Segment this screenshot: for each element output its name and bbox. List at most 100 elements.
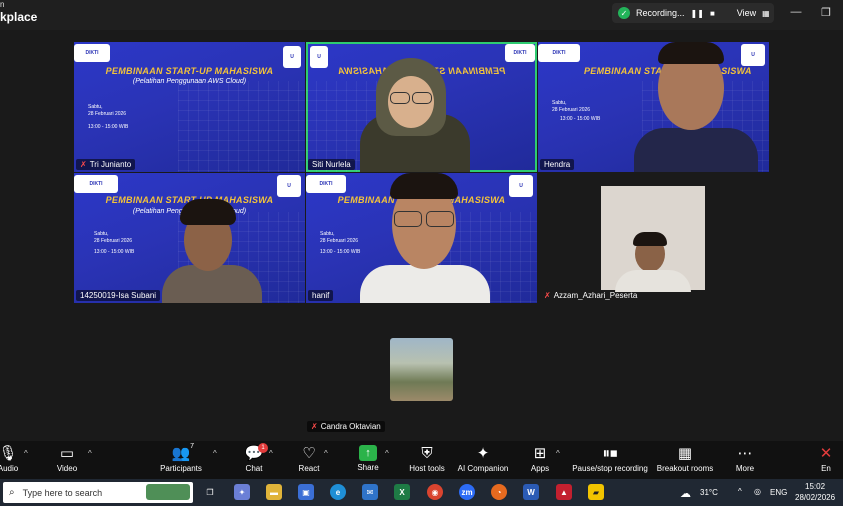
copilot-icon[interactable]: ✦ bbox=[234, 484, 250, 500]
shirt bbox=[615, 270, 691, 292]
meeting-toolbar: 🎙 Audio ^ ▭ Video ^ 👥 7 Participants ^ 💬… bbox=[0, 441, 843, 479]
university-logo: U bbox=[310, 46, 328, 68]
university-logo: U bbox=[509, 175, 533, 197]
network-icon[interactable]: ◎ bbox=[754, 487, 761, 496]
video-tile-isa-subani[interactable]: DIKTI U PEMBINAAN START-UP MAHASISWA (Pe… bbox=[74, 173, 305, 303]
weather-icon[interactable]: ☁ bbox=[680, 487, 691, 500]
glasses-right bbox=[426, 211, 454, 227]
clock-date[interactable]: 28/02/2026 bbox=[795, 493, 835, 502]
slide-time: 13:00 - 15:00 WIB bbox=[88, 124, 129, 130]
video-tile-azzam[interactable]: ✗ Azzam_Azhari_Peserta bbox=[538, 173, 769, 303]
firefox-icon[interactable]: ◔ bbox=[491, 484, 507, 500]
more-button[interactable]: ⋯ More bbox=[715, 445, 775, 473]
chat-button[interactable]: 💬 1 Chat bbox=[224, 443, 284, 473]
video-tile-hendra[interactable]: DIKTI U PEMBINAAN START-UP MAHASISWA Sab… bbox=[538, 42, 769, 172]
participant-name-tag: Siti Nurlela bbox=[308, 159, 355, 170]
hair bbox=[180, 199, 236, 225]
participant-name-tag: ✗ Azzam_Azhari_Peserta bbox=[540, 290, 641, 301]
participant-name-tag: ✗ Candra Oktavian bbox=[307, 421, 385, 432]
restore-icon[interactable]: ❐ bbox=[816, 6, 836, 19]
video-options-caret[interactable]: ^ bbox=[88, 449, 92, 458]
pause-recording-icon[interactable]: ❚❚ bbox=[691, 9, 704, 18]
edge-icon[interactable]: e bbox=[330, 484, 346, 500]
muted-mic-icon: ✗ bbox=[544, 291, 551, 300]
chat-unread-badge: 1 bbox=[258, 443, 268, 453]
tray-chevron-icon[interactable]: ^ bbox=[738, 487, 742, 496]
slide-day: Sabtu, bbox=[320, 231, 335, 237]
slide-background-pattern bbox=[177, 81, 305, 172]
react-options-caret[interactable]: ^ bbox=[324, 449, 328, 458]
participant-name-tag: hanif bbox=[308, 290, 334, 301]
sticky-notes-icon[interactable]: ▰ bbox=[588, 484, 604, 500]
glasses-left bbox=[394, 211, 422, 227]
view-label[interactable]: View bbox=[737, 8, 756, 18]
organizer-logo: DIKTI bbox=[538, 44, 580, 62]
clock-time[interactable]: 15:02 bbox=[805, 482, 825, 491]
video-tile-hanif[interactable]: DIKTI U PEMBINAAN START-UP MAHASISWA Sab… bbox=[306, 173, 537, 303]
chat-options-caret[interactable]: ^ bbox=[269, 449, 273, 458]
grid-view-icon[interactable]: ▦ bbox=[762, 9, 770, 18]
shield-icon: ⛨ bbox=[421, 445, 433, 462]
participant-video bbox=[354, 58, 474, 172]
zoom-icon[interactable]: zm bbox=[459, 484, 475, 500]
pause-stop-recording-button[interactable]: ⏸⏹ Pause/stop recording bbox=[572, 445, 648, 473]
muted-mic-icon: ✗ bbox=[80, 160, 87, 169]
video-tile-tri-junianto[interactable]: DIKTI U PEMBINAAN START-UP MAHASISWA (Pe… bbox=[74, 42, 305, 172]
slide-time: 13:00 - 15:00 WIB bbox=[94, 249, 135, 255]
participant-video bbox=[360, 173, 490, 303]
participant-name: Azzam_Azhari_Peserta bbox=[553, 291, 638, 300]
hair bbox=[390, 173, 458, 199]
share-label: Share bbox=[357, 463, 379, 472]
react-button[interactable]: ♡ React bbox=[279, 445, 339, 473]
stop-recording-icon[interactable]: ■ bbox=[710, 9, 715, 18]
slide-date: Sabtu, 28 Februari 2026 bbox=[320, 231, 358, 245]
audio-button[interactable]: 🎙 Audio bbox=[0, 445, 38, 473]
chrome-icon[interactable]: ◉ bbox=[427, 484, 443, 500]
task-view-icon[interactable]: ❐ bbox=[202, 484, 218, 500]
recording-label: Recording... bbox=[636, 8, 685, 18]
glasses-left bbox=[390, 92, 410, 104]
participant-name: Tri Junianto bbox=[89, 160, 132, 169]
video-tile-candra-oktavian[interactable]: ✗ Candra Oktavian bbox=[306, 303, 537, 436]
slide-time: 13:00 - 15:00 WIB bbox=[320, 249, 361, 255]
weather-temp[interactable]: 31°C bbox=[700, 488, 718, 497]
file-explorer-icon[interactable]: ▬ bbox=[266, 484, 282, 500]
mail-icon[interactable]: ✉ bbox=[362, 484, 378, 500]
participant-name: Siti Nurlela bbox=[312, 160, 351, 169]
word-icon[interactable]: W bbox=[523, 484, 539, 500]
organizer-logo: DIKTI bbox=[74, 175, 118, 193]
audio-options-caret[interactable]: ^ bbox=[24, 449, 28, 458]
profile-picture bbox=[390, 338, 453, 401]
recording-indicator[interactable]: ✓ Recording... ❚❚ ■ View ▦ bbox=[612, 3, 774, 23]
end-label: En bbox=[821, 464, 831, 473]
camera-icon: ▭ bbox=[59, 445, 75, 462]
share-options-caret[interactable]: ^ bbox=[385, 449, 389, 458]
apps-button[interactable]: ⊞ Apps bbox=[510, 445, 570, 473]
heart-icon: ♡ bbox=[302, 445, 316, 462]
ai-companion-button[interactable]: ✦ AI Companion bbox=[453, 445, 513, 473]
language-indicator[interactable]: ENG bbox=[770, 488, 787, 497]
react-label: React bbox=[298, 464, 320, 473]
hair bbox=[633, 232, 667, 246]
share-screen-icon: ↑ bbox=[359, 445, 377, 461]
share-button[interactable]: ↑ Share bbox=[338, 445, 398, 472]
host-tools-button[interactable]: ⛨ Host tools bbox=[397, 445, 457, 473]
muted-mic-icon: ✗ bbox=[311, 422, 318, 431]
participants-options-caret[interactable]: ^ bbox=[213, 449, 217, 458]
participant-name-tag: Hendra bbox=[540, 159, 575, 170]
excel-icon[interactable]: X bbox=[394, 484, 410, 500]
slide-date: Sabtu, 28 Februari 2026 bbox=[94, 231, 132, 245]
app-red-icon[interactable]: ▲ bbox=[556, 484, 572, 500]
participants-button[interactable]: 👥 7 Participants bbox=[151, 443, 211, 473]
shirt bbox=[634, 128, 758, 172]
end-button[interactable]: ✕ En bbox=[809, 445, 843, 473]
video-tile-siti-nurlela[interactable]: U DIKTI PEMBINAAN START-UP MAHASISWA Sit… bbox=[306, 42, 537, 172]
store-icon[interactable]: ▣ bbox=[298, 484, 314, 500]
more-icon: ⋯ bbox=[737, 445, 753, 462]
minimize-icon[interactable]: — bbox=[786, 6, 806, 18]
breakout-rooms-button[interactable]: ▦ Breakout rooms bbox=[655, 445, 715, 473]
apps-label: Apps bbox=[530, 464, 550, 473]
apps-options-caret[interactable]: ^ bbox=[556, 449, 560, 458]
search-placeholder: Type here to search bbox=[22, 487, 103, 498]
more-label: More bbox=[735, 464, 755, 473]
